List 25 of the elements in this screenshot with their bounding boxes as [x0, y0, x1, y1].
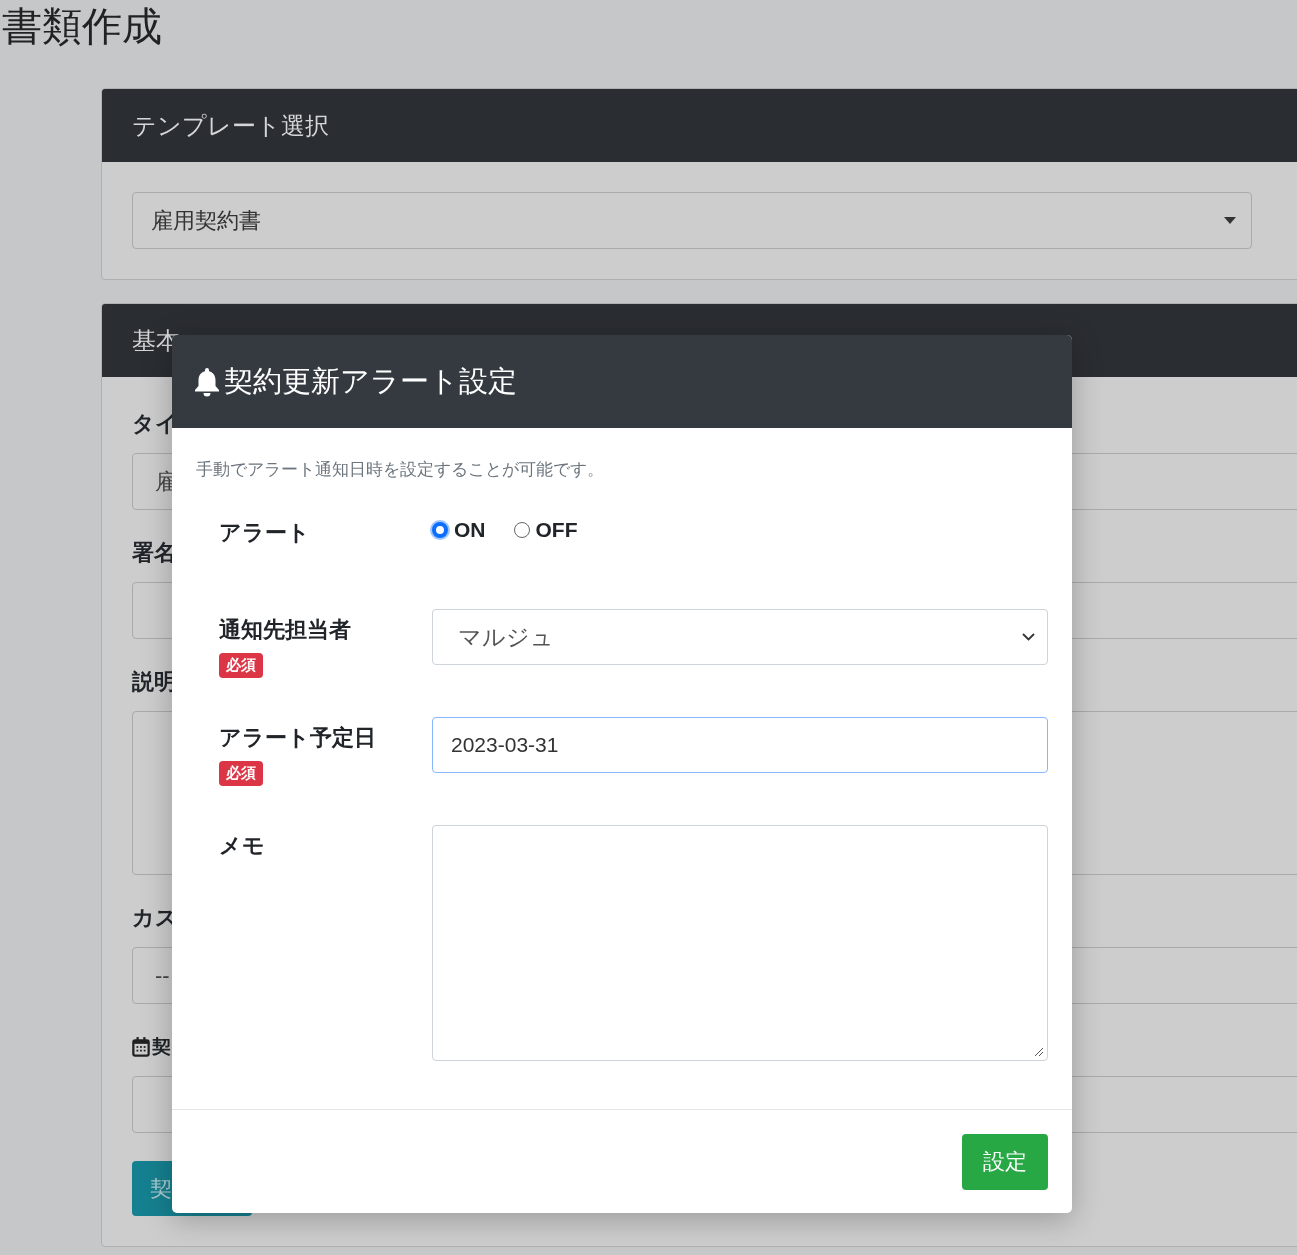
description: 手動でアラート通知日時を設定することが可能です。 — [196, 459, 605, 481]
field-label: アラート予定日 — [219, 724, 376, 752]
chevron-icon — [1022, 633, 1035, 641]
field-label: メモ — [219, 832, 265, 860]
calendar-icon — [132, 1037, 150, 1057]
required-badge: 必須 — [219, 761, 263, 786]
radio-option[interactable]: OFF — [513, 518, 578, 542]
memo-field[interactable] — [432, 825, 1048, 1061]
assignee-select[interactable]: マルジュ — [432, 609, 1048, 665]
field-label: アラート — [219, 519, 310, 547]
template-select[interactable]: 雇用契約書 — [132, 192, 1252, 249]
modal-title: 契約更新アラート設定 — [224, 363, 517, 399]
required-badge: 必須 — [219, 653, 263, 678]
bell-icon — [194, 366, 220, 397]
radio-selected[interactable] — [432, 522, 448, 538]
caret-icon — [1224, 217, 1236, 224]
radio-unselected[interactable] — [513, 522, 530, 538]
card-title: テンプレート選択 — [132, 110, 329, 141]
field-label: 通知先担当者 — [219, 616, 351, 644]
field-label: 契 — [152, 1035, 171, 1059]
field-label: タイ — [132, 410, 178, 438]
page-title: 書類作成 — [1, 3, 163, 50]
date-field[interactable]: 2023-03-31 — [432, 717, 1048, 773]
radio-option[interactable]: ON — [432, 518, 486, 542]
resize-grip-icon — [1034, 1047, 1044, 1057]
